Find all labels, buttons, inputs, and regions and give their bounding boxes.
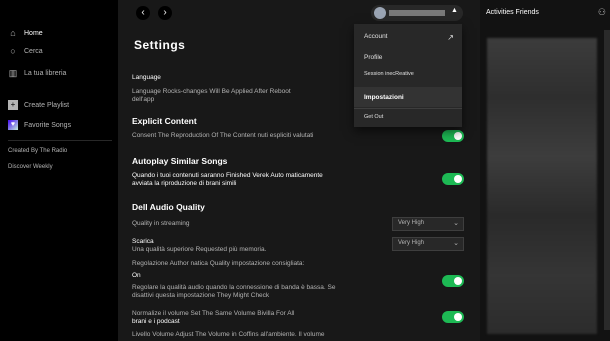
library-icon: ▥: [8, 67, 18, 78]
explicit-heading: Explicit Content: [132, 116, 197, 126]
normalize-label: Normalize il volume Set The Same Volume …: [132, 310, 295, 317]
avatar: [374, 7, 386, 19]
download-quality-value: Very High: [398, 240, 425, 246]
forward-button[interactable]: ›: [158, 6, 172, 20]
playlist-item[interactable]: Created By The Radio: [8, 148, 67, 154]
chevron-right-icon: ›: [163, 7, 167, 18]
download-label: Scarica: [132, 238, 154, 245]
menu-item-settings[interactable]: Impostazioni: [364, 94, 404, 101]
nav-search[interactable]: ○ Cerca: [8, 46, 43, 56]
sidebar-divider: [8, 140, 112, 141]
menu-item-session[interactable]: Session inecReative: [364, 71, 414, 77]
download-quality-select[interactable]: Very High ⌄: [392, 237, 464, 251]
normalize-toggle[interactable]: [442, 311, 464, 323]
create-playlist-button[interactable]: + Create Playlist: [8, 100, 69, 110]
download-desc: Una qualità superiore Requested più memo…: [132, 246, 267, 253]
plus-icon: +: [8, 100, 18, 110]
create-playlist-label: Create Playlist: [24, 101, 70, 109]
heart-icon: ♥: [8, 120, 18, 130]
sidebar: ⌂ Home ○ Cerca ▥ La tua libreria + Creat…: [0, 0, 118, 341]
nav-library-label: La tua libreria: [24, 69, 67, 77]
auto-quality-toggle[interactable]: [442, 275, 464, 287]
menu-divider: [354, 108, 462, 109]
liked-songs-label: Favorite Songs: [24, 121, 72, 129]
chevron-down-icon: ⌄: [453, 240, 459, 247]
autoplay-desc: Quando i tuoi contenuti saranno Finished…: [132, 172, 323, 179]
home-icon: ⌂: [10, 28, 16, 38]
autoplay-desc-2: avviata la riproduzione di brani simili: [132, 180, 237, 187]
audio-quality-heading: Dell Audio Quality: [132, 202, 205, 212]
autoplay-toggle[interactable]: [442, 173, 464, 185]
friend-activity-blurred-image: [487, 38, 597, 334]
chevron-down-icon: ⌄: [453, 220, 459, 227]
explicit-toggle[interactable]: [442, 130, 464, 142]
chevron-left-icon: ‹: [141, 7, 145, 18]
nav-search-label: Cerca: [24, 47, 43, 55]
friend-activity-title: Activities Friends: [486, 9, 539, 16]
nav-home[interactable]: ⌂ Home: [8, 28, 43, 38]
streaming-quality-value: Very High: [398, 220, 425, 226]
page-title: Settings: [134, 38, 186, 52]
account-menu: Account ↗ Profile Session inecReative Im…: [354, 24, 462, 127]
language-note: Language Rocks-changes Will Be Applied A…: [132, 88, 291, 95]
scrollbar[interactable]: [604, 30, 610, 330]
menu-item-logout[interactable]: Get Out: [364, 114, 383, 120]
caret-up-icon: ▲: [451, 7, 458, 14]
search-icon: ○: [10, 46, 16, 56]
nav-home-label: Home: [24, 29, 43, 37]
language-note-2: dell'app: [132, 96, 155, 103]
auto-quality-on: On: [132, 272, 141, 279]
streaming-quality-select[interactable]: Very High ⌄: [392, 217, 464, 231]
auto-quality-desc: Regolare la qualità audio quando la conn…: [132, 284, 336, 299]
menu-item-account[interactable]: Account: [364, 33, 388, 40]
streaming-label: Quality in streaming: [132, 220, 190, 227]
user-menu-button[interactable]: ▲: [371, 5, 463, 21]
playlist-item[interactable]: Discover Weekly: [8, 164, 53, 170]
explicit-desc: Consent The Reproduction Of The Content …: [132, 132, 314, 139]
auto-quality-label: Regolazione Author natica Quality impost…: [132, 260, 305, 267]
liked-songs-link[interactable]: ♥ Favorite Songs: [8, 120, 71, 130]
add-friend-icon[interactable]: ⚇: [598, 7, 606, 18]
main-content: ‹ › ▲ Settings Language Language Rocks-c…: [118, 0, 480, 341]
autoplay-heading: Autoplay Similar Songs: [132, 156, 228, 166]
friend-activity-panel: Activities Friends ⚇: [480, 0, 610, 341]
menu-item-profile[interactable]: Profile: [364, 54, 382, 61]
normalize-desc: brani e i podcast: [132, 318, 180, 325]
nav-library[interactable]: ▥ La tua libreria: [8, 67, 67, 78]
user-name-redacted: [389, 10, 445, 16]
language-label: Language: [132, 74, 161, 81]
volume-label: Livello Volume Adjust The Volume in Coff…: [132, 331, 325, 338]
external-link-icon: ↗: [447, 33, 454, 42]
back-button[interactable]: ‹: [136, 6, 150, 20]
